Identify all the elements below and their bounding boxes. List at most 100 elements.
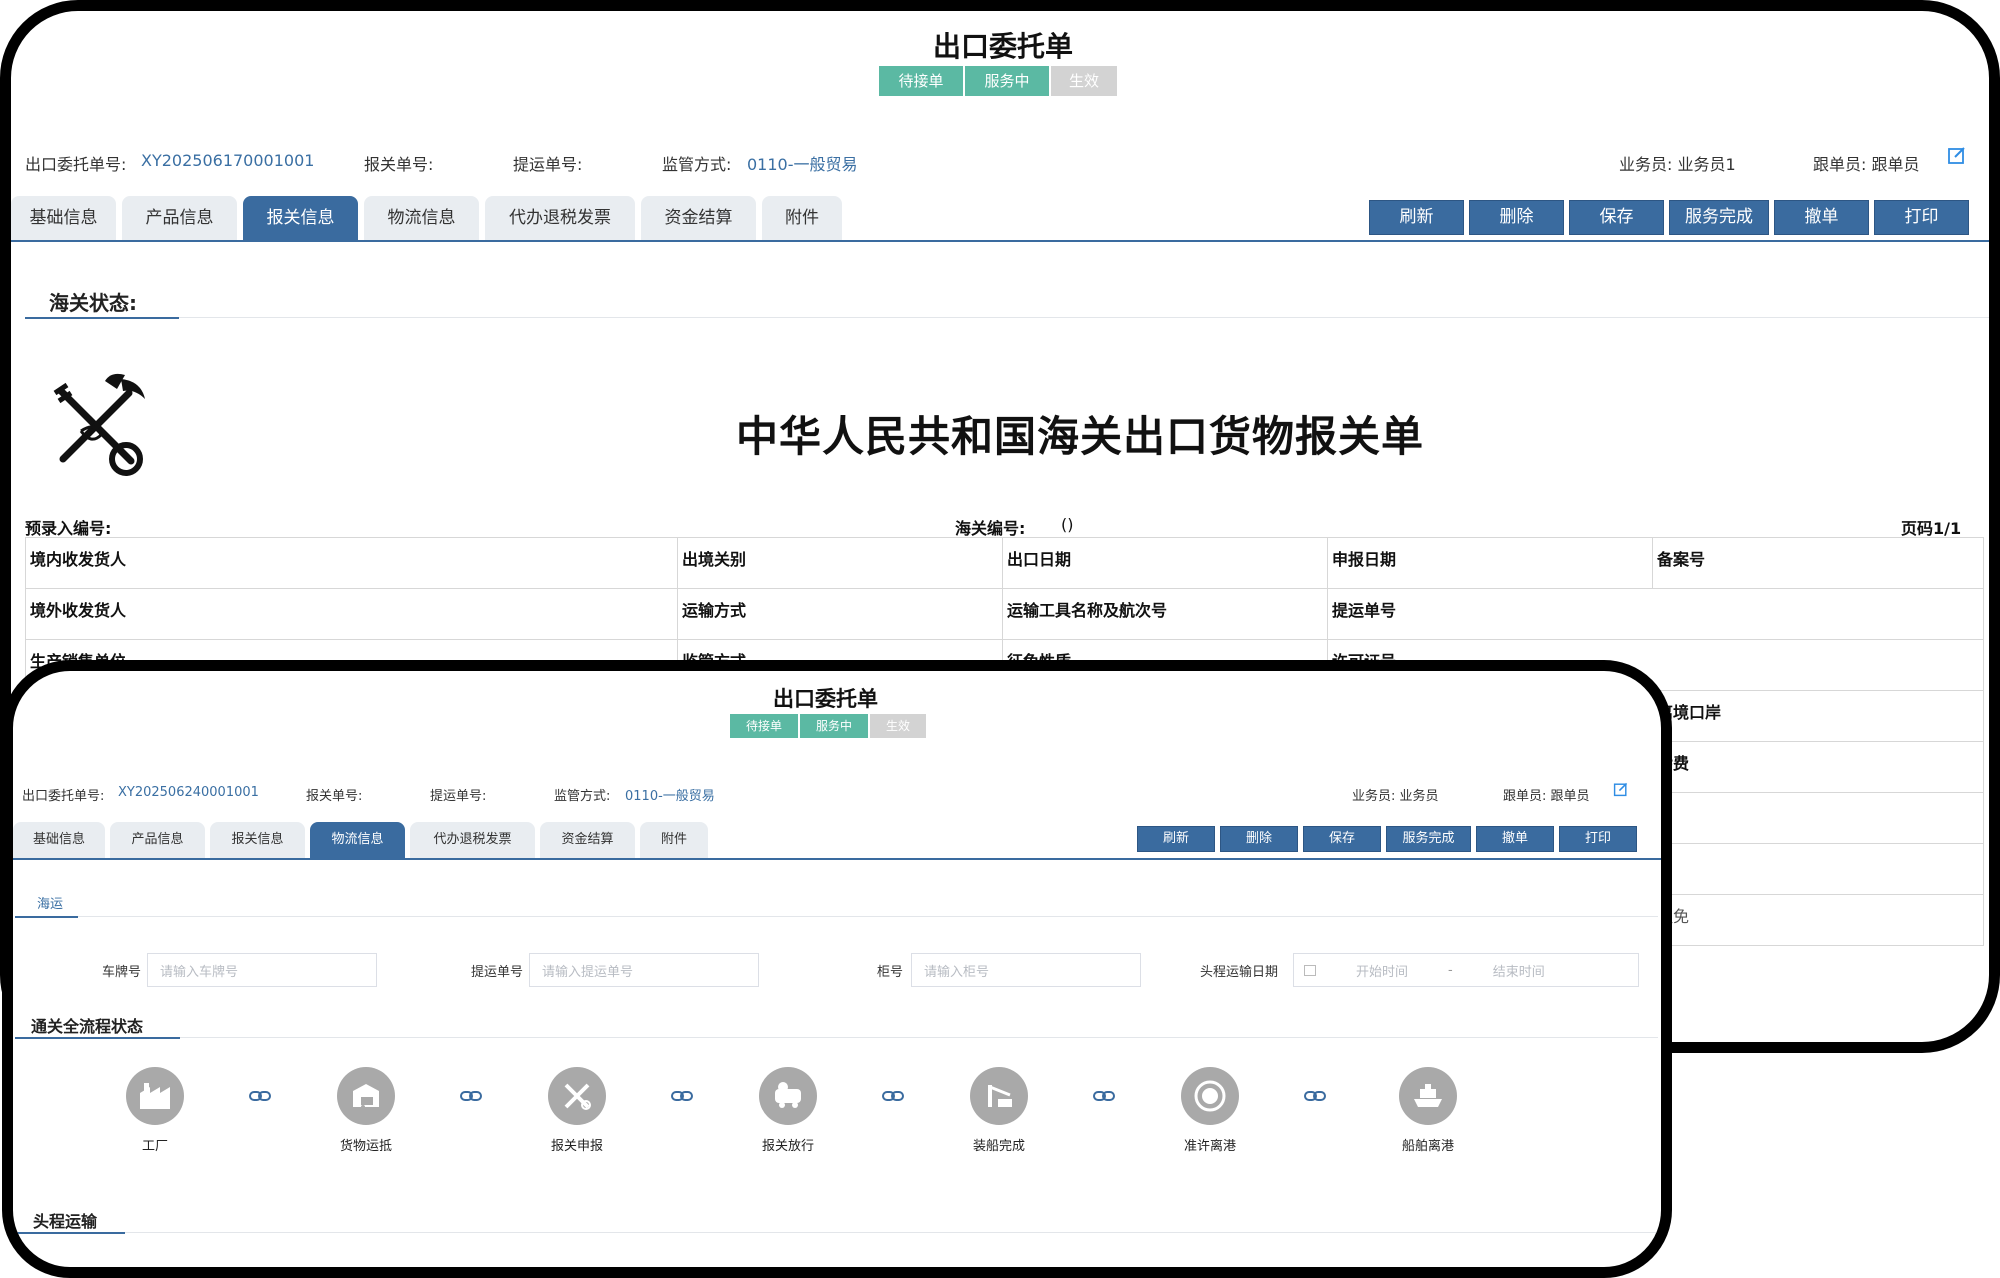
release-icon	[759, 1067, 817, 1125]
step-label: 报关申报	[550, 1139, 603, 1154]
link-icon	[671, 1087, 693, 1106]
permit-stamp-icon	[1181, 1067, 1239, 1125]
calendar-icon	[1304, 964, 1316, 976]
divider	[125, 1232, 1658, 1233]
truck-icon	[337, 1067, 395, 1125]
follower-text: 跟单员: 跟单员	[1813, 155, 1920, 174]
table-cell: 出境关别	[677, 537, 1003, 589]
link-icon	[882, 1087, 904, 1106]
tab-product-info[interactable]: 产品信息	[110, 822, 205, 858]
tab-attachments[interactable]: 附件	[640, 822, 708, 858]
bill-no-field-label: 提运单号	[470, 965, 523, 980]
crane-icon	[970, 1067, 1028, 1125]
step-label: 工厂	[141, 1139, 168, 1154]
tab-sea-freight[interactable]: 海运	[37, 893, 63, 912]
toolbar: 刷新 删除 保存 服务完成 撤单 打印	[1137, 826, 1637, 852]
subtab-underline	[15, 916, 78, 918]
date-range-picker[interactable]: 开始时间 - 结束时间	[1293, 953, 1639, 987]
table-cell: 申报日期	[1327, 537, 1653, 589]
tab-basic-info[interactable]: 基础信息	[11, 196, 116, 240]
section-underline	[15, 1037, 180, 1039]
clearance-flow-title: 通关全流程状态	[31, 1017, 144, 1036]
tab-logistics-info[interactable]: 物流信息	[364, 196, 479, 240]
step-label: 货物运抵	[339, 1139, 392, 1154]
customs-status-title: 海关状态:	[49, 291, 137, 315]
step-ship-departure: 船舶离港	[1373, 1067, 1483, 1154]
tab-fund-settlement[interactable]: 资金结算	[641, 196, 756, 240]
step-customs-declaration: 报关申报	[522, 1067, 632, 1154]
container-label: 柜号	[876, 965, 903, 980]
step-label: 装船完成	[972, 1139, 1025, 1154]
tab-product-info[interactable]: 产品信息	[122, 196, 237, 240]
edit-icon[interactable]	[1613, 781, 1629, 801]
first-leg-transport-title: 头程运输	[33, 1212, 98, 1231]
save-button[interactable]: 保存	[1569, 200, 1664, 235]
tab-fund-settlement[interactable]: 资金结算	[540, 822, 635, 858]
divider	[179, 317, 1989, 318]
plate-input[interactable]: 请输入车牌号	[147, 953, 377, 987]
container-input[interactable]: 请输入柜号	[911, 953, 1141, 987]
service-complete-button[interactable]: 服务完成	[1669, 200, 1769, 235]
section-underline	[15, 1232, 125, 1234]
withdraw-button[interactable]: 撤单	[1476, 826, 1554, 852]
print-button[interactable]: 打印	[1559, 826, 1637, 852]
section-underline	[25, 317, 179, 319]
delete-button[interactable]: 删除	[1220, 826, 1298, 852]
status-in-service: 服务中	[965, 66, 1049, 96]
order-no-label: 出口委托单号:	[22, 789, 105, 804]
status-pending: 待接单	[879, 66, 963, 96]
tab-tax-refund-invoice[interactable]: 代办退税发票	[410, 822, 535, 858]
status-effective: 生效	[1051, 66, 1117, 96]
order-no-value[interactable]: XY202506170001001	[141, 151, 314, 170]
declaration-title: 中华人民共和国海关出口货物报关单	[736, 412, 1425, 461]
save-button[interactable]: 保存	[1303, 826, 1381, 852]
step-loading-complete: 装船完成	[944, 1067, 1054, 1154]
step-cargo-arrival: 货物运抵	[311, 1067, 421, 1154]
tab-attachments[interactable]: 附件	[762, 196, 842, 240]
table-cell: 运输方式	[677, 588, 1003, 640]
declare-no-label: 报关单号:	[306, 789, 363, 804]
table-cell: 境外收发货人	[25, 588, 678, 640]
edit-icon[interactable]	[1947, 145, 1967, 169]
tab-customs-info[interactable]: 报关信息	[210, 822, 305, 858]
table-cell: 运输工具名称及航次号	[1002, 588, 1328, 640]
supervise-value: 0110-一般贸易	[747, 155, 858, 174]
supervise-label: 监管方式:	[554, 789, 611, 804]
date-separator: -	[1448, 962, 1453, 978]
tab-tax-refund-invoice[interactable]: 代办退税发票	[485, 196, 635, 240]
declare-no-label: 报关单号:	[364, 155, 434, 174]
table-row: 境外收发货人 运输方式 运输工具名称及航次号 提运单号	[25, 588, 1984, 640]
tab-logistics-info[interactable]: 物流信息	[310, 822, 405, 858]
divider	[78, 916, 1658, 917]
status-steps: 待接单 服务中 生效	[730, 714, 926, 738]
table-cell: 征免	[1652, 894, 1984, 946]
follower-text: 跟单员: 跟单员	[1503, 789, 1590, 804]
table-cell: 杂费	[1652, 741, 1984, 793]
refresh-button[interactable]: 刷新	[1369, 200, 1464, 235]
customs-emblem-icon	[41, 371, 151, 485]
start-date-placeholder: 开始时间	[1356, 964, 1409, 980]
step-label: 船舶离港	[1401, 1139, 1454, 1154]
order-no-value[interactable]: XY202506240001001	[118, 785, 259, 800]
tab-customs-info[interactable]: 报关信息	[243, 196, 358, 240]
table-cell: 提运单号	[1327, 588, 1984, 640]
ship-icon	[1399, 1067, 1457, 1125]
status-effective: 生效	[870, 714, 926, 738]
bill-no-label: 提运单号:	[430, 789, 487, 804]
table-cell: 出口日期	[1002, 537, 1328, 589]
withdraw-button[interactable]: 撤单	[1774, 200, 1869, 235]
tab-underline	[11, 240, 1989, 242]
end-date-placeholder: 结束时间	[1492, 964, 1545, 980]
step-label: 准许离港	[1183, 1139, 1236, 1154]
delete-button[interactable]: 删除	[1469, 200, 1564, 235]
salesman-text: 业务员: 业务员1	[1619, 155, 1736, 174]
service-complete-button[interactable]: 服务完成	[1386, 826, 1471, 852]
customs-no-value: ()	[1061, 515, 1074, 534]
table-cell: 境内收发货人	[25, 537, 678, 589]
supervise-label: 监管方式:	[662, 155, 732, 174]
tab-basic-info[interactable]: 基础信息	[13, 822, 105, 858]
bill-no-input[interactable]: 请输入提运单号	[529, 953, 759, 987]
refresh-button[interactable]: 刷新	[1137, 826, 1215, 852]
bill-no-label: 提运单号:	[513, 155, 583, 174]
print-button[interactable]: 打印	[1874, 200, 1969, 235]
